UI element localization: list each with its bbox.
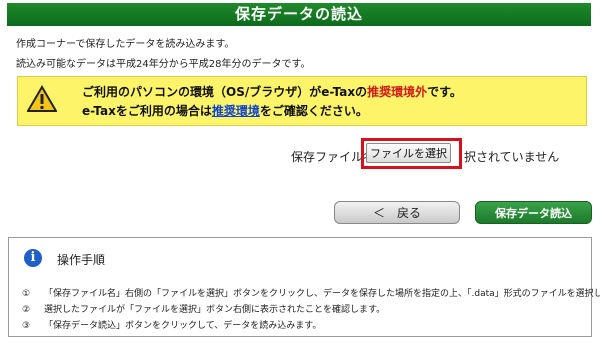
help-step: ② 選択したファイルが「ファイルを選択」ボタン右側に表示されたことを確認します。 xyxy=(22,302,600,318)
file-status-text: 択されていません xyxy=(464,150,560,164)
warning-line-2: e-Taxをご利用の場合は推奨環境をご確認ください。 xyxy=(82,102,368,119)
help-step: ③ 「保存データ読込」ボタンをクリックして、データを読み込みます。 xyxy=(22,318,600,334)
back-button[interactable]: ＜ 戻る xyxy=(334,201,460,224)
read-saved-data-button[interactable]: 保存データ読込 xyxy=(475,201,592,224)
choose-file-button[interactable]: ファイルを選択 xyxy=(366,143,451,163)
intro-text-2: 読込み可能なデータは平成24年分から平成28年分のデータです。 xyxy=(16,59,311,70)
help-title: 操作手順 xyxy=(57,253,106,267)
intro-text-1: 作成コーナーで保存したデータを読み込みます。 xyxy=(16,39,235,50)
warning-text-1a: ご利用のパソコンの環境（OS/ブラウザ）がe-Taxの xyxy=(82,85,368,99)
warning-text-2a: e-Taxをご利用の場合は xyxy=(82,104,212,118)
recommended-env-link[interactable]: 推奨環境 xyxy=(212,104,260,118)
help-steps: ① 「保存ファイル名」右側の「ファイルを選択」ボタンをクリックし、データを保存した… xyxy=(22,286,600,334)
warning-text-2b: をご確認ください。 xyxy=(259,104,368,118)
warning-line-1: ご利用のパソコンの環境（OS/ブラウザ）がe-Taxの推奨環境外です。 xyxy=(82,83,462,100)
info-icon: i xyxy=(24,249,42,267)
warning-triangle-icon xyxy=(27,85,57,112)
step-number: ② xyxy=(22,305,31,315)
warning-banner: ご利用のパソコンの環境（OS/ブラウザ）がe-Taxの推奨環境外です。 e-Ta… xyxy=(17,76,587,126)
help-step: ① 「保存ファイル名」右側の「ファイルを選択」ボタンをクリックし、データを保存した… xyxy=(22,286,600,302)
warning-text-1b: です。 xyxy=(427,85,462,99)
warning-highlight: 推奨環境外 xyxy=(367,85,428,99)
help-panel: i 操作手順 ① 「保存ファイル名」右側の「ファイルを選択」ボタンをクリックし、デ… xyxy=(8,237,600,337)
step-text: 選択したファイルが「ファイルを選択」ボタン右側に表示されたことを確認します。 xyxy=(44,305,386,315)
step-number: ① xyxy=(22,289,31,299)
step-text: 「保存データ読込」ボタンをクリックして、データを読み込みます。 xyxy=(44,321,322,331)
page-title: 保存データの読込 xyxy=(7,3,591,26)
step-number: ③ xyxy=(22,321,31,331)
step-text: 「保存ファイル名」右側の「ファイルを選択」ボタンをクリックし、データを保存した場… xyxy=(44,289,600,299)
